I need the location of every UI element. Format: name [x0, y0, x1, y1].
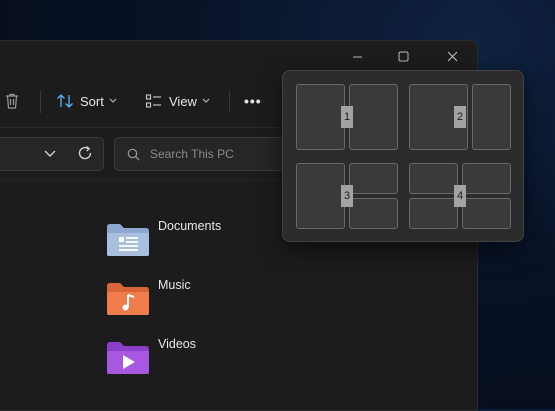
toolbar-separator: [229, 91, 230, 113]
refresh-icon[interactable]: [77, 145, 93, 161]
maximize-icon: [398, 51, 408, 61]
snap-layout-number: 3: [341, 185, 353, 207]
documents-folder-icon: [107, 224, 149, 256]
snap-zone-top-right[interactable]: [349, 163, 398, 194]
folder-documents[interactable]: Documents: [106, 219, 222, 257]
more-options-button[interactable]: •••: [244, 89, 262, 113]
snap-zone-left[interactable]: [296, 84, 345, 150]
toolbar-separator: [40, 91, 41, 113]
search-box[interactable]: [114, 137, 286, 171]
snap-zone-right[interactable]: [349, 84, 398, 150]
snap-zone-bottom-right[interactable]: [349, 198, 398, 229]
snap-layout-halves[interactable]: 1: [296, 84, 398, 150]
snap-layout-number: 1: [341, 106, 353, 128]
snap-layout-wide-narrow[interactable]: 2: [409, 84, 511, 150]
sort-icon: [57, 94, 73, 108]
minimize-icon: [352, 56, 362, 57]
title-bar: [0, 41, 477, 71]
minimize-button[interactable]: [344, 47, 370, 65]
snap-layout-number: 4: [454, 185, 466, 207]
more-icon: •••: [244, 93, 262, 109]
chevron-down-icon: [202, 98, 210, 103]
folder-label: Music: [158, 278, 191, 292]
snap-zone-top-left[interactable]: [409, 163, 458, 194]
chevron-down-icon: [109, 98, 117, 103]
address-bar[interactable]: [0, 137, 104, 171]
sort-button[interactable]: Sort: [56, 89, 117, 113]
folder-music[interactable]: Music: [106, 278, 191, 316]
view-button[interactable]: View: [145, 89, 210, 113]
close-button[interactable]: [439, 47, 465, 65]
search-input[interactable]: [148, 146, 272, 162]
snap-zone-bottom-right[interactable]: [462, 198, 511, 229]
view-icon: [145, 94, 161, 108]
snap-zone-right[interactable]: [472, 84, 511, 150]
snap-layout-number: 2: [454, 106, 466, 128]
videos-folder-icon: [107, 342, 149, 374]
folder-label: Videos: [158, 337, 196, 351]
folder-label: Documents: [158, 219, 222, 233]
maximize-button[interactable]: [390, 47, 416, 65]
search-icon: [127, 148, 140, 161]
trash-icon: [6, 93, 18, 109]
snap-layout-half-quarters[interactable]: 3: [296, 163, 398, 229]
snap-zone-top-right[interactable]: [462, 163, 511, 194]
snap-layouts-flyout: 1 2 3 4: [282, 70, 524, 242]
delete-button[interactable]: [4, 89, 20, 113]
snap-zone-bottom-left[interactable]: [409, 198, 458, 229]
snap-zone-left[interactable]: [296, 163, 345, 229]
sort-label: Sort: [80, 93, 104, 109]
music-folder-icon: [107, 283, 149, 315]
folder-videos[interactable]: Videos: [106, 337, 196, 375]
snap-layout-quadrants[interactable]: 4: [409, 163, 511, 229]
close-icon: [447, 51, 457, 61]
view-label: View: [169, 93, 197, 109]
chevron-down-icon[interactable]: [44, 150, 56, 158]
